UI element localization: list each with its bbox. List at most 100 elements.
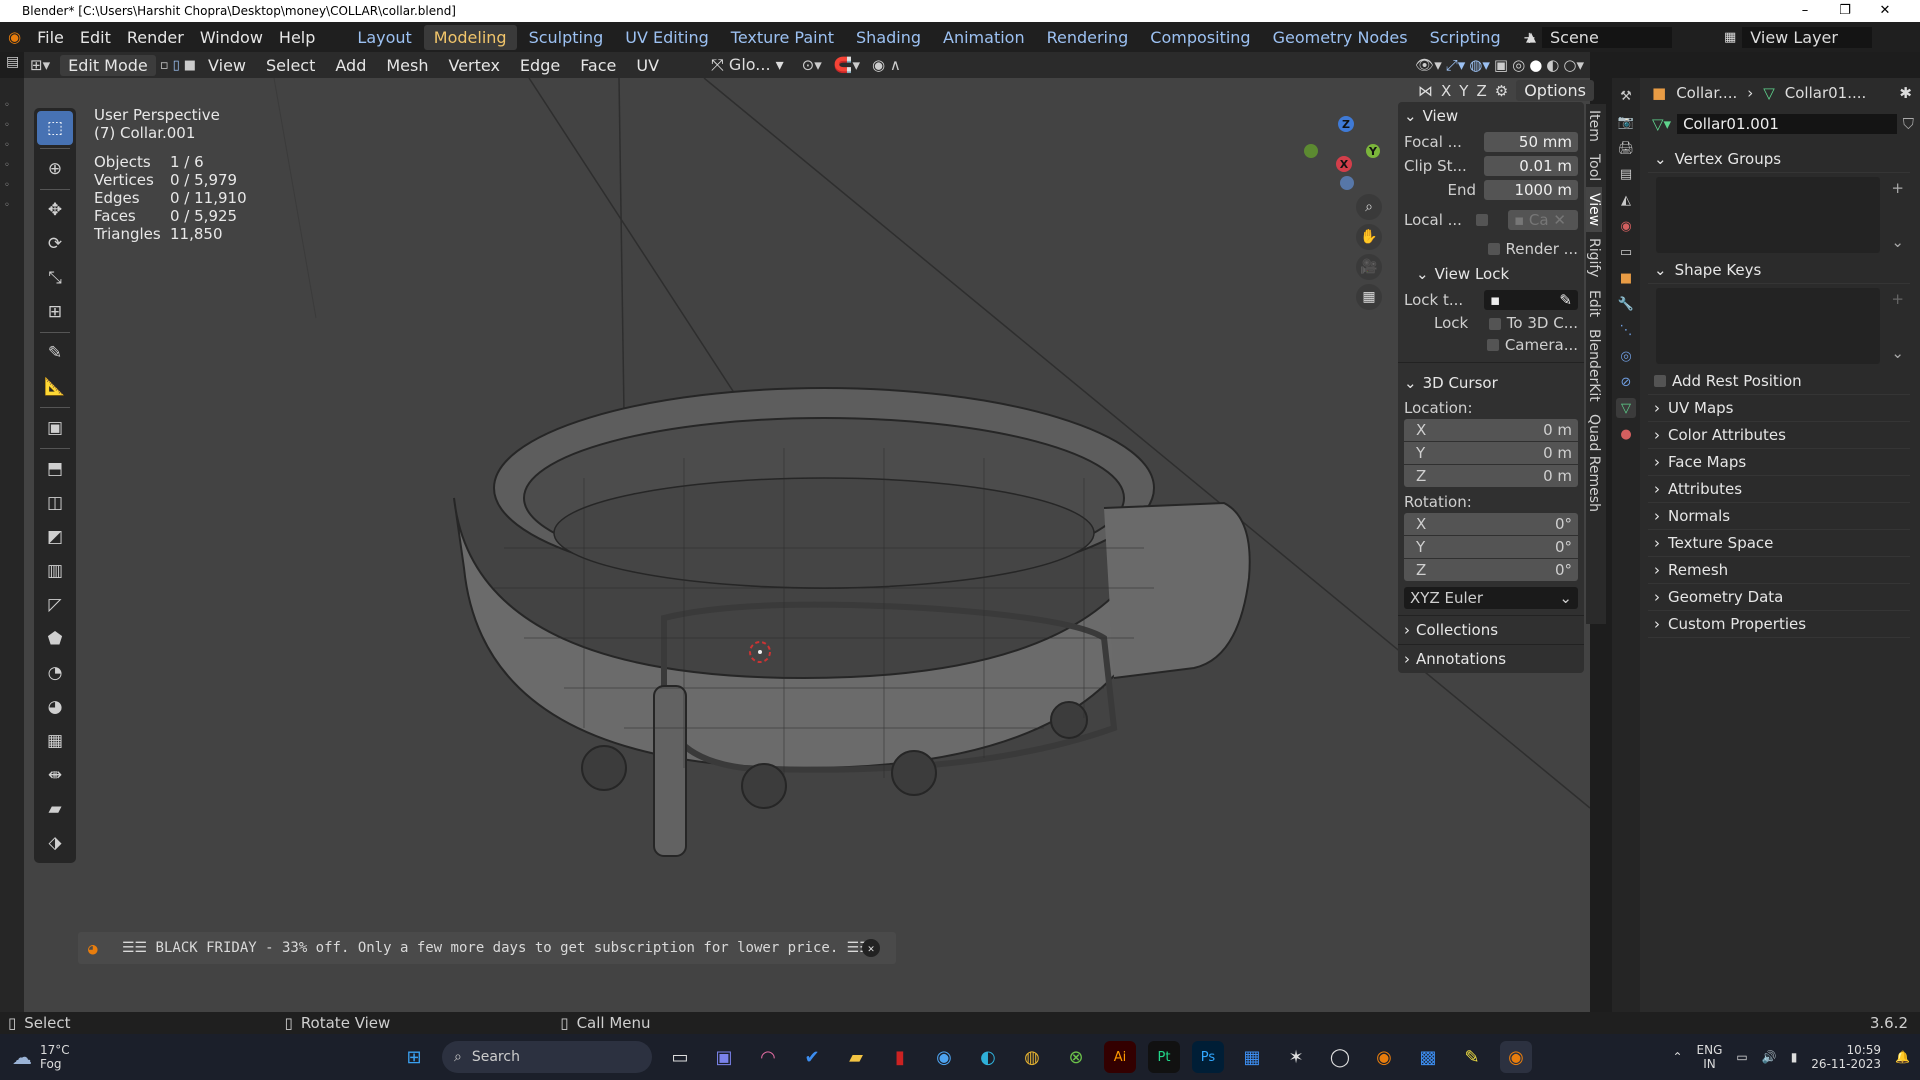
add-rest-position-checkbox[interactable] — [1654, 375, 1666, 387]
cursor-rot-y[interactable]: Y 0° — [1404, 536, 1578, 558]
particles-icon[interactable]: ⋱ — [1616, 320, 1636, 340]
task-view-icon[interactable]: ▭ — [664, 1041, 696, 1073]
clock[interactable]: 10:59 26-11-2023 — [1811, 1043, 1881, 1071]
close-button[interactable]: ✕ — [1870, 0, 1900, 22]
windows-start-icon[interactable]: ⊞ — [398, 1041, 430, 1073]
eyedropper-icon[interactable]: ✎ — [1559, 291, 1572, 309]
mirror-y[interactable]: Y — [1459, 82, 1468, 100]
tab-layout[interactable]: Layout — [347, 25, 421, 50]
clip-start-field[interactable]: 0.01 m — [1484, 156, 1578, 176]
inset-icon[interactable]: ◫ — [37, 486, 73, 520]
section-texture-space[interactable]: › Texture Space — [1648, 530, 1910, 557]
shape-keys-header[interactable]: ⌄ Shape Keys — [1648, 257, 1910, 284]
tab-uv-editing[interactable]: UV Editing — [615, 25, 718, 50]
editor-type-icon[interactable]: ⊞▾ — [24, 56, 56, 74]
headset-app-icon[interactable]: ◠ — [752, 1041, 784, 1073]
add-icon[interactable]: + — [1891, 290, 1904, 308]
menu-select[interactable]: Select — [258, 56, 323, 75]
constraints-icon[interactable]: ⊘ — [1616, 372, 1636, 392]
blender-active-icon[interactable]: ◉ — [1500, 1041, 1532, 1073]
mesh-data-icon[interactable]: ▽ — [1616, 398, 1636, 418]
pivot-icon[interactable]: ⊙▾ — [802, 56, 822, 74]
rotate-icon[interactable]: ⟳ — [37, 227, 73, 261]
3d-cursor-header[interactable]: ⌄ 3D Cursor — [1398, 369, 1584, 397]
minimize-button[interactable]: – — [1790, 0, 1820, 22]
poly-build-icon[interactable]: ⬟ — [37, 622, 73, 656]
smooth-icon[interactable]: ◕ — [37, 690, 73, 724]
tab-edit[interactable]: Edit — [1586, 284, 1602, 323]
gizmo-toggle-icon[interactable]: ⤢▾ — [1446, 56, 1466, 74]
cursor-loc-x[interactable]: X0 m — [1404, 419, 1578, 441]
menu-uv[interactable]: UV — [628, 56, 667, 75]
output-icon[interactable]: 🖨 — [1616, 138, 1636, 158]
section-remesh[interactable]: › Remesh — [1648, 557, 1910, 584]
gizmo-x-axis[interactable]: X — [1336, 156, 1352, 172]
spin-icon[interactable]: ◔ — [37, 656, 73, 690]
modifier-icon[interactable]: 🔧 — [1616, 294, 1636, 314]
select-mode-vertex-icon[interactable]: ▫ — [160, 58, 169, 73]
gizmo-z-axis[interactable]: Z — [1338, 116, 1354, 132]
movies-app-icon[interactable]: ▮ — [884, 1041, 916, 1073]
add-icon[interactable]: + — [1891, 179, 1904, 197]
section-geometry-data[interactable]: › Geometry Data — [1648, 584, 1910, 611]
tab-quad-remesh[interactable]: Quad Remesh — [1586, 408, 1602, 518]
snap-icon[interactable]: 🧲▾ — [834, 56, 860, 74]
notes-app-icon[interactable]: ✎ — [1456, 1041, 1488, 1073]
chat-icon[interactable]: ▣ — [708, 1041, 740, 1073]
select-mode-edge-icon[interactable]: ▯ — [173, 58, 180, 73]
xray-icon[interactable]: ▣ — [1494, 56, 1508, 74]
tab-rendering[interactable]: Rendering — [1037, 25, 1139, 50]
menu-edge[interactable]: Edge — [512, 56, 568, 75]
loop-cut-icon[interactable]: ▥ — [37, 554, 73, 588]
cursor-loc-z[interactable]: Z0 m — [1404, 465, 1578, 487]
menu-help[interactable]: Help — [271, 28, 323, 47]
tab-view[interactable]: View — [1586, 187, 1602, 233]
wrench-icon[interactable]: ⚙ — [1495, 82, 1508, 100]
render-icon[interactable]: 📷 — [1616, 112, 1636, 132]
calendar-app-icon[interactable]: ▦ — [1236, 1041, 1268, 1073]
annotations-header[interactable]: › Annotations — [1398, 644, 1584, 673]
cursor-rot-z[interactable]: Z 0° — [1404, 559, 1578, 581]
menu-render[interactable]: Render — [119, 28, 192, 47]
tab-sculpting[interactable]: Sculpting — [519, 25, 614, 50]
shape-keys-list[interactable]: + ⌄ — [1656, 288, 1904, 364]
menu-vertex[interactable]: Vertex — [440, 56, 507, 75]
transform-orientation-dropdown[interactable]: ⤧ Glo... ▾ — [711, 55, 784, 75]
illustrator-icon[interactable]: Ai — [1104, 1041, 1136, 1073]
mirror-z[interactable]: Z — [1476, 82, 1486, 100]
tab-geometry-nodes[interactable]: Geometry Nodes — [1263, 25, 1418, 50]
section-custom-properties[interactable]: › Custom Properties — [1648, 611, 1910, 638]
section-attributes[interactable]: › Attributes — [1648, 476, 1910, 503]
notification-bell-icon[interactable]: 🔔 — [1895, 1050, 1910, 1064]
focal-length-field[interactable]: 50 mm — [1484, 132, 1578, 152]
ortho-grid-icon[interactable]: ▦ — [1356, 284, 1382, 310]
view-layer-name[interactable]: View Layer — [1742, 26, 1873, 48]
measure-icon[interactable]: 📐 — [37, 370, 73, 404]
navigation-gizmo[interactable]: Z Y X — [1296, 112, 1396, 192]
blender-app-icon[interactable]: ◉ — [1368, 1041, 1400, 1073]
editor-type-button[interactable]: ▤ — [6, 54, 19, 70]
xbox-icon[interactable]: ⊗ — [1060, 1041, 1092, 1073]
visibility-icon[interactable]: 👁▾ — [1415, 56, 1442, 74]
battery-icon[interactable]: ▮ — [1791, 1050, 1798, 1064]
zoom-icon[interactable]: ⌕ — [1356, 194, 1382, 220]
transform-icon[interactable]: ⊞ — [37, 295, 73, 329]
scene-selector[interactable]: ▲ Scene — [1526, 26, 1672, 48]
network-icon[interactable]: ▭ — [1736, 1050, 1747, 1064]
scale-icon[interactable]: ⤡ — [37, 261, 73, 295]
shading-solid-icon[interactable]: ● — [1529, 56, 1542, 74]
shrink-fatten-icon[interactable]: ⇼ — [37, 758, 73, 792]
mesh-browse-icon[interactable]: ▽▾ — [1652, 115, 1671, 133]
mesh-name-field[interactable]: Collar01.001 — [1677, 114, 1897, 134]
cursor-rot-x[interactable]: X 0° — [1404, 513, 1578, 535]
rotation-mode-dropdown[interactable]: XYZ Euler ⌄ — [1404, 587, 1578, 609]
chat-bubble-icon[interactable]: ◯ — [1324, 1041, 1356, 1073]
annotate-icon[interactable]: ✎ — [37, 336, 73, 370]
local-camera-field[interactable]: ▪ Ca ✕ — [1507, 210, 1578, 230]
menu-view[interactable]: View — [200, 56, 254, 75]
options-dropdown[interactable]: Options — [1516, 80, 1594, 101]
menu-face[interactable]: Face — [572, 56, 624, 75]
tab-shading[interactable]: Shading — [846, 25, 931, 50]
volume-icon[interactable]: 🔊 — [1762, 1050, 1777, 1064]
taskbar-search[interactable]: ⌕ Search — [442, 1041, 652, 1073]
